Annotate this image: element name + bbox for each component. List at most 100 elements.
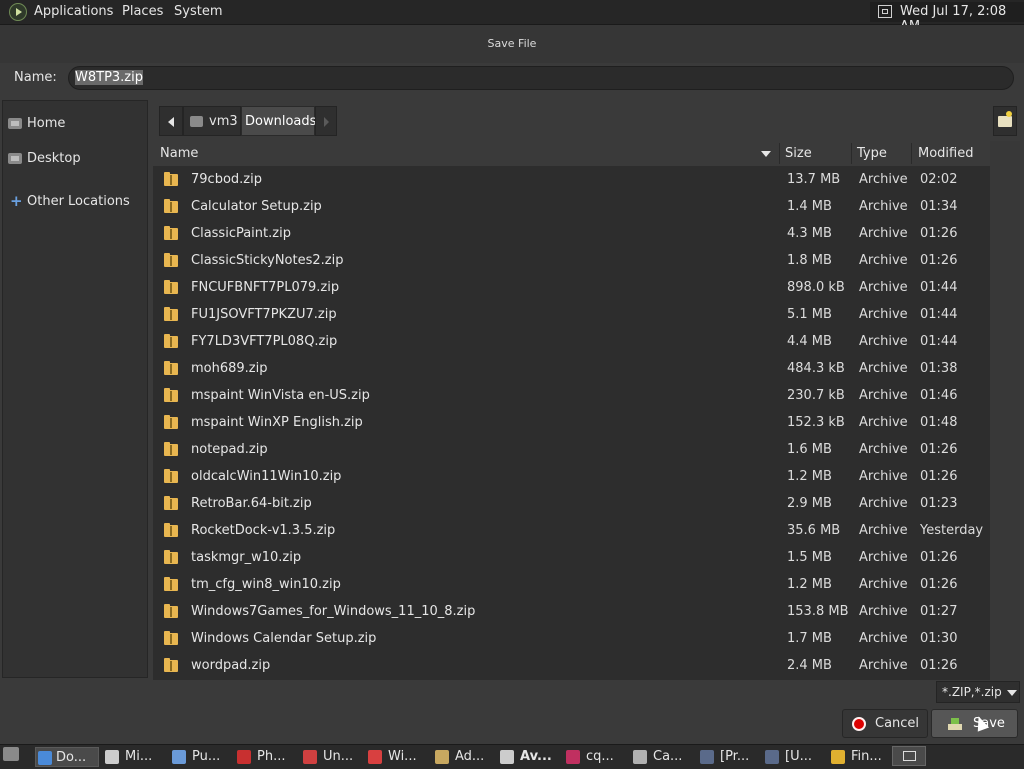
- file-size: 484.3 kB: [787, 361, 845, 376]
- file-modified: 01:38: [920, 361, 958, 376]
- taskbar-item[interactable]: Un...: [303, 747, 363, 767]
- file-size: 898.0 kB: [787, 280, 845, 295]
- file-row[interactable]: FU1JSOVFT7PKZU7.zip 5.1 MB Archive 01:44: [153, 302, 990, 329]
- file-name: Calculator Setup.zip: [191, 199, 322, 214]
- plus-icon: +: [10, 192, 23, 210]
- file-row[interactable]: RocketDock-v1.3.5.zip 35.6 MB Archive Yeste…: [153, 518, 990, 545]
- file-row[interactable]: notepad.zip 1.6 MB Archive 01:26: [153, 437, 990, 464]
- menu-places[interactable]: Places: [122, 4, 163, 19]
- archive-file-icon: [164, 388, 178, 402]
- path-forward-button[interactable]: [315, 106, 337, 136]
- taskbar-item-label: Av...: [520, 749, 552, 764]
- file-type: Archive: [859, 442, 908, 457]
- file-row[interactable]: wordpad.zip 2.4 MB Archive 01:26: [153, 653, 990, 680]
- menu-system[interactable]: System: [174, 4, 222, 19]
- cancel-label: Cancel: [875, 716, 920, 731]
- file-modified: 01:46: [920, 388, 958, 403]
- file-row[interactable]: FNCUFBNFT7PL079.zip 898.0 kB Archive 01:44: [153, 275, 990, 302]
- file-name: Windows7Games_for_Windows_11_10_8.zip: [191, 604, 476, 619]
- file-manager-icon[interactable]: [3, 747, 19, 761]
- taskbar-item[interactable]: [U...: [765, 747, 825, 767]
- applications-logo-icon[interactable]: [9, 3, 27, 21]
- create-folder-button[interactable]: [993, 106, 1017, 136]
- taskbar-item[interactable]: Ca...: [633, 747, 693, 767]
- sidebar-item-label: Other Locations: [27, 194, 130, 209]
- file-modified: 01:34: [920, 199, 958, 214]
- show-desktop-button[interactable]: [892, 746, 926, 766]
- taskbar-item-label: Do...: [56, 750, 87, 765]
- sort-descending-icon[interactable]: [761, 151, 771, 157]
- column-separator[interactable]: [779, 143, 780, 164]
- file-modified: 01:26: [920, 550, 958, 565]
- clock-applet[interactable]: Wed Jul 17, 2:08 AM: [870, 2, 1024, 34]
- dialog-title-bar[interactable]: Save File: [0, 25, 1024, 63]
- taskbar-item[interactable]: Ad...: [435, 747, 495, 767]
- file-name: oldcalcWin11Win10.zip: [191, 469, 342, 484]
- taskbar-item[interactable]: cq...: [566, 747, 626, 767]
- cancel-button[interactable]: Cancel: [842, 709, 928, 738]
- file-row[interactable]: mspaint WinVista en-US.zip 230.7 kB Archiv…: [153, 383, 990, 410]
- menu-applications[interactable]: Applications: [34, 4, 113, 19]
- column-header-size[interactable]: Size: [785, 146, 812, 161]
- file-row[interactable]: FY7LD3VFT7PL08Q.zip 4.4 MB Archive 01:44: [153, 329, 990, 356]
- file-row[interactable]: Windows7Games_for_Windows_11_10_8.zip 153…: [153, 599, 990, 626]
- path-button-downloads[interactable]: Downloads: [241, 106, 316, 136]
- taskbar-item[interactable]: Pu...: [172, 747, 232, 767]
- tag-icon: [500, 750, 514, 764]
- taskbar-item[interactable]: Do...: [35, 747, 99, 767]
- taskbar-item-label: cq...: [586, 749, 614, 764]
- file-size: 35.6 MB: [787, 523, 841, 538]
- file-size: 2.9 MB: [787, 496, 832, 511]
- taskbar-item[interactable]: Fin...: [831, 747, 889, 767]
- taskbar-item[interactable]: Mi...: [105, 747, 165, 767]
- file-row[interactable]: Windows Calendar Setup.zip 1.7 MB Archive 0…: [153, 626, 990, 653]
- file-name: ClassicStickyNotes2.zip: [191, 253, 344, 268]
- file-row[interactable]: taskmgr_w10.zip 1.5 MB Archive 01:26: [153, 545, 990, 572]
- file-row[interactable]: Calculator Setup.zip 1.4 MB Archive 01:34: [153, 194, 990, 221]
- screenshot-icon: [303, 750, 317, 764]
- taskbar-item-label: [Pr...: [720, 749, 750, 764]
- file-modified: 01:26: [920, 658, 958, 673]
- file-row[interactable]: ClassicStickyNotes2.zip 1.8 MB Archive 01:2…: [153, 248, 990, 275]
- sidebar-item-other-locations[interactable]: + Other Locations: [6, 191, 146, 213]
- file-row[interactable]: oldcalcWin11Win10.zip 1.2 MB Archive 01:26: [153, 464, 990, 491]
- taskbar-item[interactable]: Wi...: [368, 747, 428, 767]
- column-header-name[interactable]: Name: [160, 146, 198, 161]
- taskbar-item-label: Ca...: [653, 749, 683, 764]
- taskbar-item[interactable]: Ph...: [237, 747, 297, 767]
- file-row[interactable]: RetroBar.64-bit.zip 2.9 MB Archive 01:23: [153, 491, 990, 518]
- file-row[interactable]: 79cbod.zip 13.7 MB Archive 02:02: [153, 167, 990, 194]
- pdf-icon: [237, 750, 251, 764]
- taskbar-item[interactable]: [Pr...: [700, 747, 760, 767]
- column-header-type[interactable]: Type: [857, 146, 887, 161]
- list-scroll-area[interactable]: [990, 141, 1020, 680]
- new-folder-icon: [998, 111, 1012, 127]
- file-type-filter[interactable]: *.ZIP,*.zip: [936, 681, 1020, 703]
- file-type: Archive: [859, 334, 908, 349]
- palette-icon: [633, 750, 647, 764]
- archive-file-icon: [164, 361, 178, 375]
- window-icon: [368, 750, 382, 764]
- column-separator[interactable]: [911, 143, 912, 164]
- path-button-vm3[interactable]: vm3: [183, 106, 241, 136]
- sidebar-item-home[interactable]: Home: [6, 113, 146, 135]
- file-row[interactable]: ClassicPaint.zip 4.3 MB Archive 01:26: [153, 221, 990, 248]
- file-row[interactable]: moh689.zip 484.3 kB Archive 01:38: [153, 356, 990, 383]
- desktop-folder-icon: [8, 153, 22, 164]
- file-type: Archive: [859, 523, 908, 538]
- column-header-modified[interactable]: Modified: [918, 146, 973, 161]
- filename-input[interactable]: W8TP3.zip: [68, 66, 1014, 90]
- path-back-button[interactable]: [159, 106, 183, 136]
- file-list[interactable]: Name Size Type Modified 79cbod.zip 13.7 M…: [153, 141, 990, 680]
- archive-file-icon: [164, 280, 178, 294]
- home-folder-icon: [8, 118, 22, 129]
- search-window-icon: [831, 750, 845, 764]
- sidebar-item-desktop[interactable]: Desktop: [6, 148, 146, 170]
- screen-icon: [878, 5, 892, 18]
- taskbar-item[interactable]: Av...: [500, 747, 560, 767]
- file-row[interactable]: tm_cfg_win8_win10.zip 1.2 MB Archive 01:26: [153, 572, 990, 599]
- archive-file-icon: [164, 496, 178, 510]
- file-row[interactable]: mspaint WinXP English.zip 152.3 kB Archive…: [153, 410, 990, 437]
- dialog-title: Save File: [487, 37, 537, 50]
- column-separator[interactable]: [851, 143, 852, 164]
